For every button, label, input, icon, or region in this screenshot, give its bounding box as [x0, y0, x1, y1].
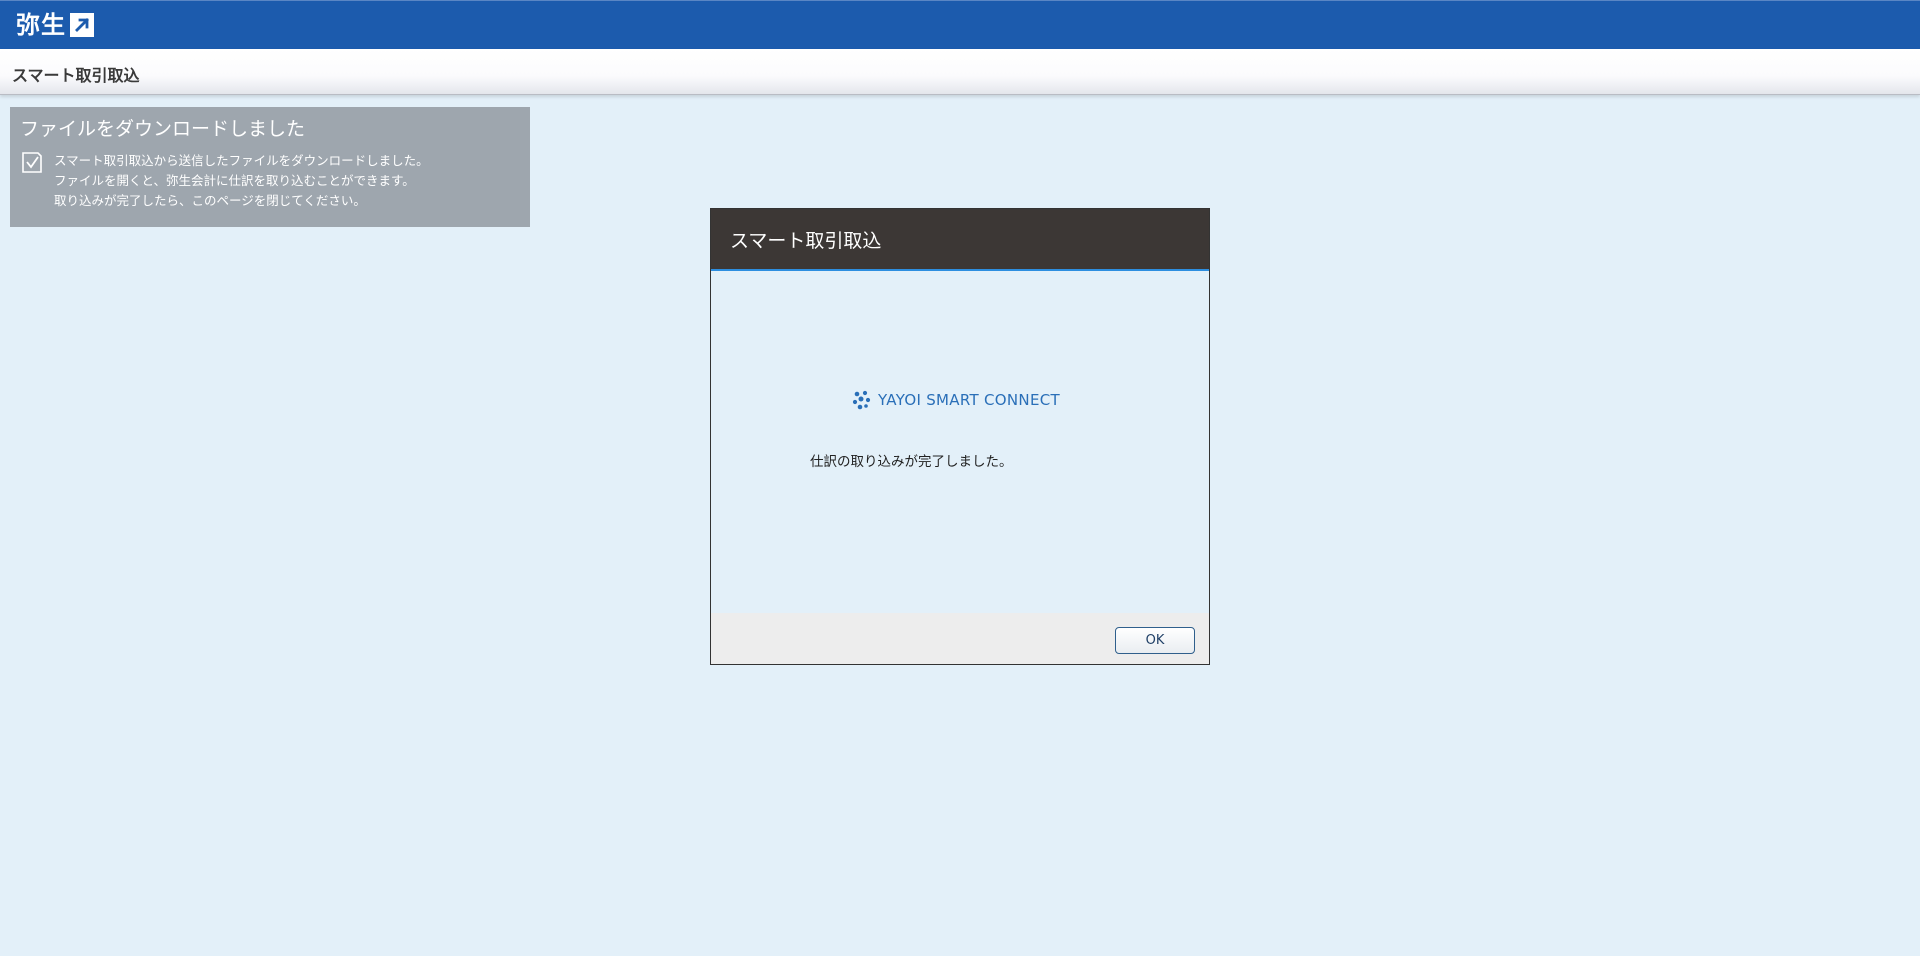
download-notice: ファイルをダウンロードしました スマート取引取込から送信したファイルをダウンロー…: [10, 107, 530, 227]
yayoi-logo: 弥生: [16, 11, 94, 39]
dialog-title: スマート取引取込: [730, 230, 882, 252]
ok-button[interactable]: OK: [1115, 627, 1195, 654]
notice-line: ファイルを開くと、弥生会計に仕訳を取り込むことができます。: [54, 173, 415, 188]
dialog-footer: OK: [711, 613, 1209, 664]
notice-line: スマート取引取込から送信したファイルをダウンロードしました。: [54, 153, 429, 168]
brand-text: YAYOI SMART CONNECT: [878, 391, 1060, 409]
dialog-message: 仕訳の取り込みが完了しました。: [810, 454, 1013, 470]
notice-title: ファイルをダウンロードしました: [20, 118, 306, 140]
notice-message: スマート取引取込から送信したファイルをダウンロードしました。 ファイルを開くと、…: [54, 151, 429, 211]
dialog-header: スマート取引取込: [711, 209, 1209, 271]
top-bar: 弥生: [0, 0, 1920, 49]
external-arrow-icon: [70, 13, 94, 37]
logo-text: 弥生: [16, 11, 66, 39]
checkbox-check-icon: [22, 152, 42, 173]
yayoi-smart-connect-logo: YAYOI SMART CONNECT: [852, 390, 1060, 410]
page-title: スマート取引取込: [12, 66, 140, 85]
yayoi-smart-connect-logo-icon: [852, 390, 871, 410]
import-complete-dialog: スマート取引取込 YAYOI SMART CONNECT 仕訳の取り込みが完了し…: [710, 208, 1210, 665]
notice-line: 取り込みが完了したら、このページを閉じてください。: [54, 193, 366, 208]
page-header: スマート取引取込: [0, 49, 1920, 95]
